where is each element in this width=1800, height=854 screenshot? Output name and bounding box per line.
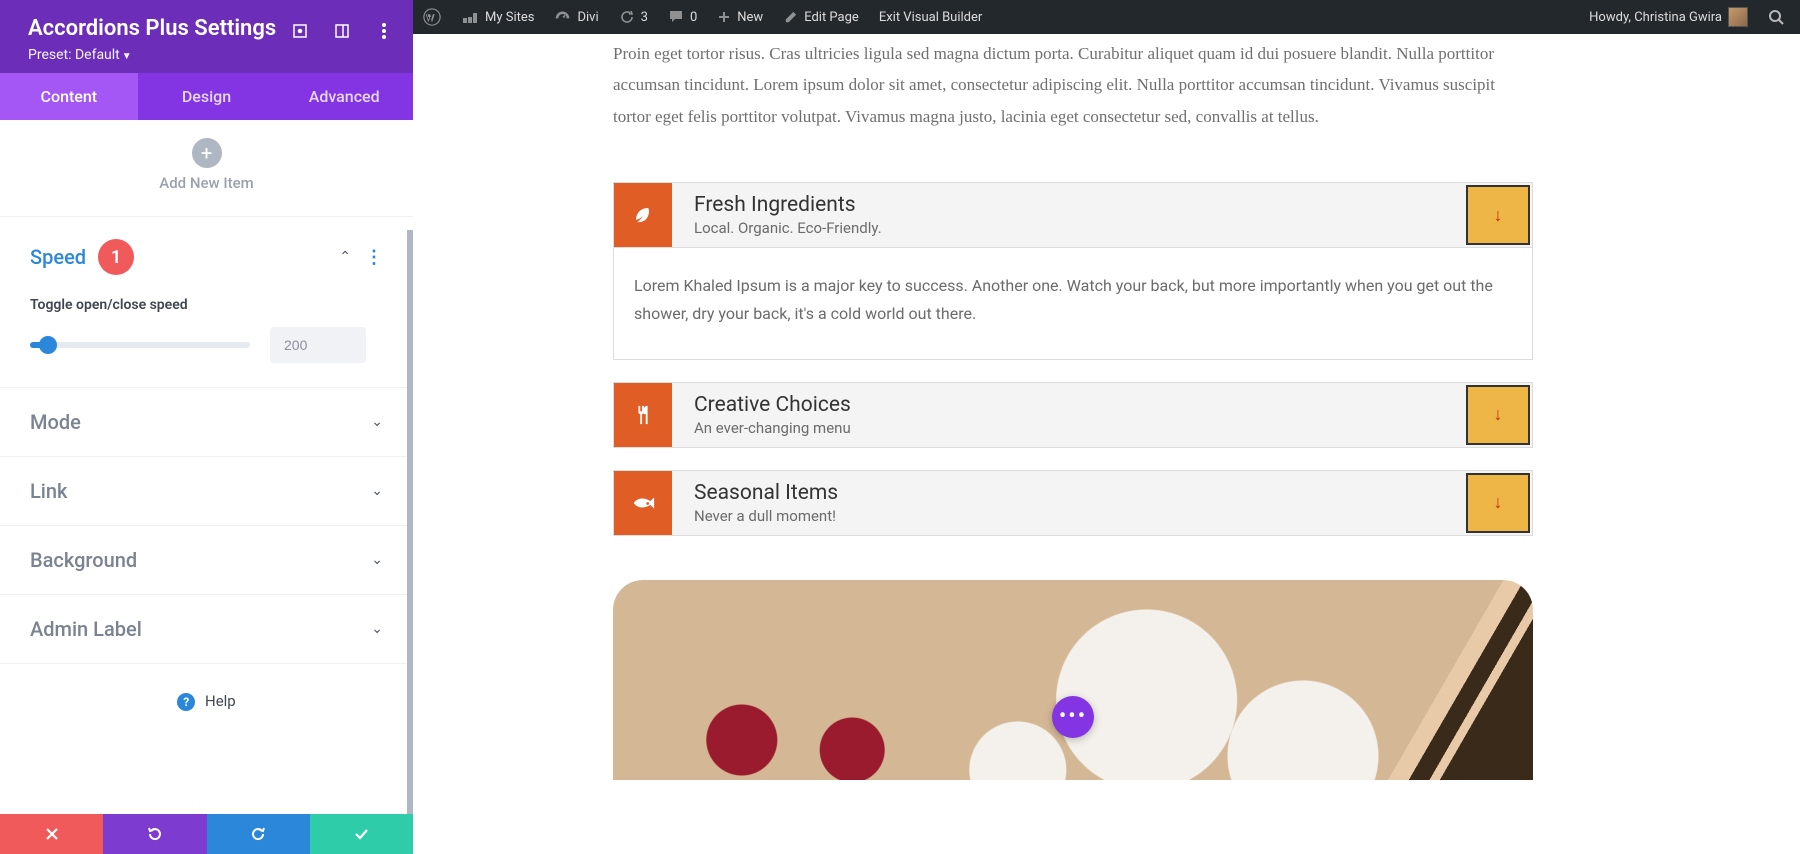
section-title-speed: Speed — [30, 245, 86, 269]
help-icon: ? — [177, 693, 195, 711]
exit-visual-builder[interactable]: Exit Visual Builder — [869, 0, 992, 34]
chevron-up-icon: ⌃ — [339, 249, 351, 265]
my-sites[interactable]: My Sites — [451, 0, 544, 34]
section-link-header[interactable]: Link ⌄ — [0, 457, 413, 525]
tab-advanced[interactable]: Advanced — [275, 73, 413, 120]
wp-admin-bar: My Sites Divi 3 — [413, 0, 1800, 34]
pencil-icon — [783, 10, 798, 25]
help-link[interactable]: ? Help — [0, 664, 413, 739]
site-name[interactable]: Divi — [544, 0, 608, 34]
page-content: Proin eget tortor risus. Cras ultricies … — [413, 34, 1800, 854]
avatar — [1728, 7, 1748, 27]
hero-image: ••• — [613, 580, 1533, 780]
plus-icon[interactable]: + — [192, 138, 222, 168]
arrow-down-icon: ↓ — [1494, 492, 1503, 513]
new[interactable]: New — [707, 0, 773, 34]
wp-logo[interactable] — [413, 0, 451, 34]
accordion-header[interactable]: Seasonal Items Never a dull moment! ↓ — [613, 470, 1533, 536]
speed-slider[interactable] — [30, 342, 250, 348]
chevron-down-icon: ⌄ — [371, 621, 383, 637]
search-icon — [1768, 9, 1784, 25]
save-button[interactable] — [310, 814, 413, 854]
updates[interactable]: 3 — [609, 0, 658, 34]
chevron-down-icon: ⌄ — [371, 552, 383, 568]
section-background-header[interactable]: Background ⌄ — [0, 526, 413, 594]
slider-thumb[interactable] — [39, 336, 57, 354]
search[interactable] — [1758, 0, 1794, 34]
leaf-icon — [614, 183, 672, 247]
accordion-toggle-button[interactable]: ↓ — [1466, 473, 1530, 533]
module-options-button[interactable]: ••• — [1052, 696, 1094, 738]
section-title-mode: Mode — [30, 410, 81, 434]
redo-button[interactable] — [207, 814, 310, 854]
accordion-header[interactable]: Creative Choices An ever-changing menu ↓ — [613, 382, 1533, 448]
edit-page[interactable]: Edit Page — [773, 0, 869, 34]
add-new-item[interactable]: + Add New Item — [0, 120, 413, 217]
undo-button[interactable] — [103, 814, 206, 854]
accordion-toggle-button[interactable]: ↓ — [1466, 385, 1530, 445]
accordion-header[interactable]: Fresh Ingredients Local. Organic. Eco-Fr… — [613, 182, 1533, 248]
accordion-subtitle: An ever-changing menu — [694, 419, 1442, 437]
more-icon[interactable] — [375, 22, 393, 40]
tab-content[interactable]: Content — [0, 73, 138, 120]
toggle-speed-label: Toggle open/close speed — [30, 297, 383, 313]
utensils-icon — [614, 383, 672, 447]
sidebar-header: Accordions Plus Settings Preset: Default… — [0, 0, 413, 73]
speed-input[interactable] — [270, 327, 366, 363]
section-title-link: Link — [30, 479, 67, 503]
wordpress-icon — [423, 8, 441, 26]
section-title-admin-label: Admin Label — [30, 617, 142, 641]
expand-icon[interactable] — [291, 22, 309, 40]
preset-selector[interactable]: Preset: Default▼ — [28, 47, 276, 63]
settings-tabs: Content Design Advanced — [0, 73, 413, 120]
accordion-title: Seasonal Items — [694, 481, 1442, 505]
cancel-button[interactable] — [0, 814, 103, 854]
plus-icon — [717, 10, 731, 24]
arrow-down-icon: ↓ — [1494, 404, 1503, 425]
chevron-down-icon: ⌄ — [371, 414, 383, 430]
refresh-icon — [619, 9, 635, 25]
accordion-body: Lorem Khaled Ipsum is a major key to suc… — [613, 248, 1533, 359]
accordion-module: Fresh Ingredients Local. Organic. Eco-Fr… — [613, 182, 1533, 535]
section-mode-header[interactable]: Mode ⌄ — [0, 388, 413, 456]
section-admin-label-header[interactable]: Admin Label ⌄ — [0, 595, 413, 663]
intro-paragraph: Proin eget tortor risus. Cras ultricies … — [613, 38, 1533, 132]
sites-icon — [461, 9, 479, 25]
module-title: Accordions Plus Settings — [28, 16, 276, 41]
dots-icon: ••• — [1059, 704, 1087, 729]
fish-icon — [614, 471, 672, 535]
dock-icon[interactable] — [333, 22, 351, 40]
comment-icon — [668, 9, 684, 25]
settings-sidebar: Accordions Plus Settings Preset: Default… — [0, 0, 413, 854]
chevron-down-icon: ⌄ — [371, 483, 383, 499]
footer-actions — [0, 814, 413, 854]
section-more-icon[interactable]: ⋮ — [365, 253, 383, 262]
accordion-item: Creative Choices An ever-changing menu ↓ — [613, 382, 1533, 448]
section-title-background: Background — [30, 548, 137, 572]
gauge-icon — [554, 9, 571, 26]
accordion-title: Creative Choices — [694, 393, 1442, 417]
tab-design[interactable]: Design — [138, 73, 276, 120]
accordion-item: Fresh Ingredients Local. Organic. Eco-Fr… — [613, 182, 1533, 359]
howdy-user[interactable]: Howdy, Christina Gwira — [1579, 0, 1758, 34]
accordion-subtitle: Never a dull moment! — [694, 507, 1442, 525]
accordion-item: Seasonal Items Never a dull moment! ↓ — [613, 470, 1533, 536]
accordion-toggle-button[interactable]: ↓ — [1466, 185, 1530, 245]
accordion-title: Fresh Ingredients — [694, 193, 1442, 217]
caret-down-icon: ▼ — [122, 51, 132, 62]
add-new-label: Add New Item — [0, 174, 413, 192]
arrow-down-icon: ↓ — [1494, 205, 1503, 226]
section-speed-header[interactable]: Speed 1 ⌃ ⋮ — [0, 217, 413, 297]
speed-badge: 1 — [98, 239, 134, 275]
comments[interactable]: 0 — [658, 0, 707, 34]
accordion-subtitle: Local. Organic. Eco-Friendly. — [694, 219, 1442, 237]
